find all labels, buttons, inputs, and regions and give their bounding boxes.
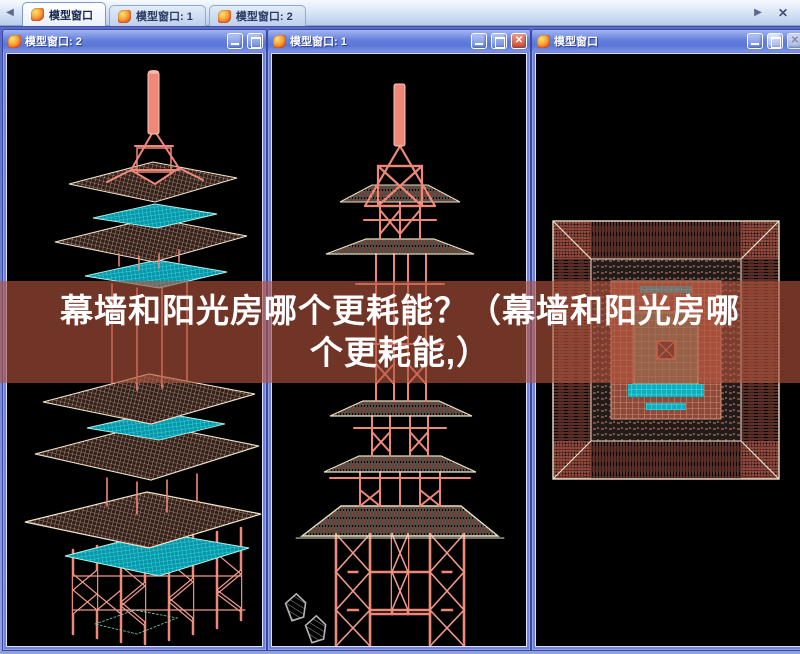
pagoda-3d-wireframe: [24, 70, 262, 646]
window-model-1-titlebar[interactable]: 模型窗口: 1 ✕: [268, 30, 530, 52]
pagoda-elevation-wireframe: [284, 83, 505, 646]
tab-list: 模型窗口 模型窗口: 1 模型窗口: 2: [22, 0, 309, 26]
tab-label: 模型窗口: [49, 9, 93, 22]
model-window-icon: [273, 34, 286, 48]
model-window-icon: [217, 9, 231, 23]
tab-model-window[interactable]: 模型窗口: [22, 2, 106, 26]
window-model-2: 模型窗口: 2: [2, 29, 267, 651]
minimize-button[interactable]: [471, 33, 487, 49]
pagoda-plan-wireframe: [552, 220, 780, 480]
window-model-main: 模型窗口 ✕: [531, 29, 800, 651]
maximize-button[interactable]: [247, 33, 263, 49]
model-window-icon: [8, 34, 21, 48]
window-model-2-titlebar[interactable]: 模型窗口: 2: [3, 30, 266, 52]
tab-label: 模型窗口: 1: [136, 11, 193, 23]
tab-model-window-1[interactable]: 模型窗口: 1: [109, 5, 206, 26]
viewport-plan[interactable]: [535, 53, 800, 647]
model-window-icon: [537, 34, 550, 48]
window-title: 模型窗口: [554, 36, 598, 48]
maximize-button[interactable]: [767, 33, 783, 49]
close-button[interactable]: ✕: [787, 33, 800, 49]
tab-scroll-left-icon[interactable]: ◀: [2, 5, 18, 21]
minimize-button[interactable]: [227, 33, 243, 49]
window-title: 模型窗口: 1: [290, 36, 347, 48]
viewport-perspective[interactable]: [6, 53, 263, 647]
hatched-stamp-icon: [284, 592, 327, 644]
tab-group-close-icon[interactable]: ✕: [774, 4, 792, 22]
model-window-icon: [118, 9, 131, 23]
window-model-1: 模型窗口: 1 ✕: [267, 29, 531, 651]
minimize-button[interactable]: [747, 33, 763, 49]
close-button[interactable]: ✕: [511, 33, 527, 49]
window-model-main-titlebar[interactable]: 模型窗口 ✕: [532, 30, 800, 52]
maximize-button[interactable]: [491, 33, 507, 49]
window-title: 模型窗口: 2: [25, 36, 82, 48]
tab-model-window-2[interactable]: 模型窗口: 2: [208, 5, 306, 26]
tab-scroll-right-icon[interactable]: ▶: [750, 5, 766, 21]
mdi-tab-strip: ◀ 模型窗口 模型窗口: 1 模型窗口: 2 ▶ ✕: [0, 0, 800, 26]
viewport-elevation[interactable]: [271, 53, 527, 647]
mdi-workspace: 模型窗口: 2 模型窗口: 1 ✕ 模型窗口 ✕: [0, 26, 800, 654]
model-window-icon: [31, 8, 44, 21]
tab-label: 模型窗口: 2: [235, 11, 293, 23]
